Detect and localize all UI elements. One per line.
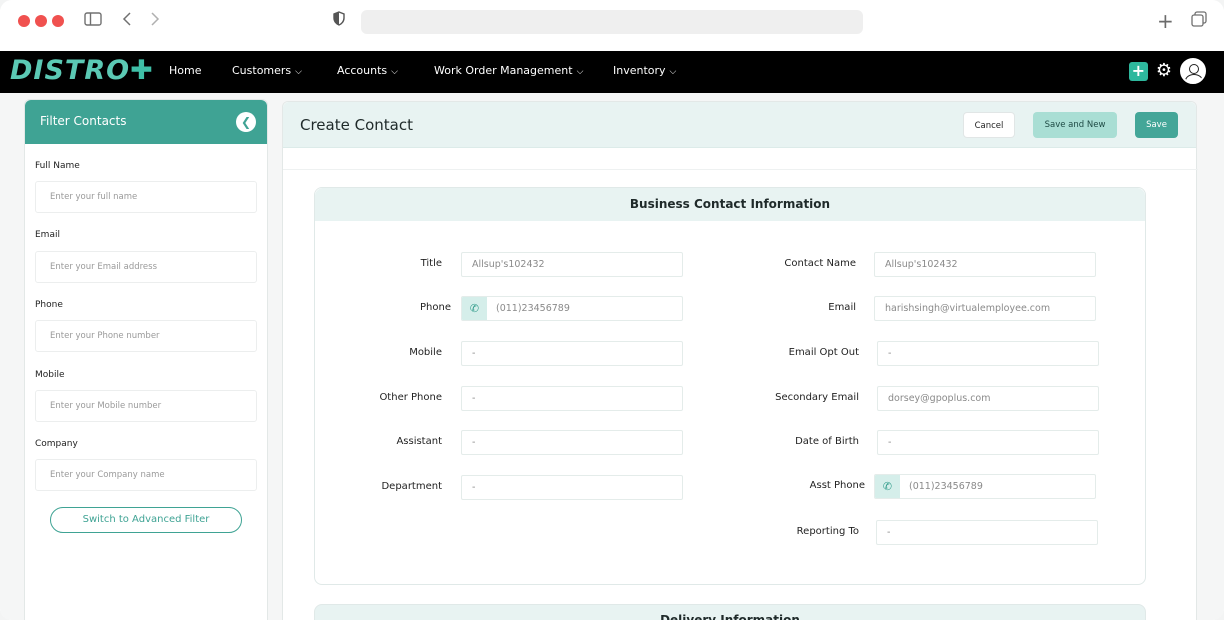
date-of-birth-label: Date of Birth bbox=[795, 436, 859, 447]
phone-label: Phone bbox=[420, 302, 451, 313]
switch-advanced-filter-button[interactable]: Switch to Advanced Filter bbox=[50, 507, 242, 533]
minimize-window-dot[interactable] bbox=[35, 15, 47, 27]
top-navigation: DISTRO✚ Home Customers ⌵ Accounts ⌵ Work O… bbox=[0, 51, 1224, 93]
asst-phone-field[interactable]: ✆ (011)23456789 bbox=[874, 474, 1096, 499]
assistant-label: Assistant bbox=[396, 436, 442, 447]
distro-logo[interactable]: DISTRO✚ bbox=[10, 55, 154, 86]
create-contact-header: Create Contact Cancel Save and New Save bbox=[283, 102, 1196, 148]
contact-name-label: Contact Name bbox=[784, 258, 856, 269]
new-tab-icon[interactable]: + bbox=[1157, 11, 1174, 31]
phone-label: Phone bbox=[35, 300, 63, 310]
phone-input[interactable]: Enter your Phone number bbox=[35, 320, 257, 352]
nav-inventory[interactable]: Inventory ⌵ bbox=[613, 64, 676, 77]
save-button[interactable]: Save bbox=[1135, 112, 1178, 138]
filter-panel-header: Filter Contacts ❮ bbox=[25, 100, 267, 144]
forward-icon[interactable] bbox=[150, 11, 160, 31]
nav-customers[interactable]: Customers ⌵ bbox=[232, 64, 302, 77]
address-bar[interactable] bbox=[361, 10, 863, 34]
mobile-label: Mobile bbox=[35, 370, 65, 380]
nav-work-order-management[interactable]: Work Order Management ⌵ bbox=[434, 64, 583, 77]
chevron-down-icon: ⌵ bbox=[669, 67, 677, 77]
filter-panel-title: Filter Contacts bbox=[40, 114, 127, 128]
email-opt-out-field[interactable]: - bbox=[877, 341, 1099, 366]
shield-icon bbox=[333, 11, 345, 31]
phone-icon: ✆ bbox=[462, 297, 487, 320]
divider bbox=[283, 169, 1198, 170]
contact-name-field[interactable]: Allsup's102432 bbox=[874, 252, 1096, 277]
department-field[interactable]: - bbox=[461, 475, 683, 500]
email-input[interactable]: Enter your Email address bbox=[35, 251, 257, 283]
reporting-to-field[interactable]: - bbox=[876, 520, 1098, 545]
business-contact-section: Business Contact Information Title Allsu… bbox=[314, 187, 1146, 585]
email-field[interactable]: harishsingh@virtualemployee.com bbox=[874, 296, 1096, 321]
other-phone-field[interactable]: - bbox=[461, 386, 683, 411]
department-label: Department bbox=[381, 481, 442, 492]
chevron-down-icon: ⌵ bbox=[295, 67, 302, 77]
delivery-information-section[interactable]: Delivery Information bbox=[314, 604, 1146, 620]
phone-field[interactable]: ✆ (011)23456789 bbox=[461, 296, 683, 321]
asst-phone-label: Asst Phone bbox=[809, 480, 865, 491]
gear-icon[interactable]: ⚙ bbox=[1156, 61, 1172, 81]
other-phone-label: Other Phone bbox=[379, 392, 442, 403]
phone-icon: ✆ bbox=[875, 475, 900, 498]
reporting-to-label: Reporting To bbox=[796, 526, 859, 537]
title-field[interactable]: Allsup's102432 bbox=[461, 252, 683, 277]
date-of-birth-field[interactable]: - bbox=[877, 430, 1099, 455]
mobile-label: Mobile bbox=[409, 347, 442, 358]
tabs-overview-icon[interactable] bbox=[1191, 11, 1207, 32]
mobile-field[interactable]: - bbox=[461, 341, 683, 366]
company-label: Company bbox=[35, 439, 78, 449]
create-contact-panel: Create Contact Cancel Save and New Save … bbox=[282, 101, 1198, 620]
email-label: Email bbox=[828, 302, 856, 313]
section-title: Business Contact Information bbox=[315, 188, 1145, 221]
user-avatar-icon[interactable] bbox=[1180, 58, 1206, 84]
secondary-email-label: Secondary Email bbox=[775, 392, 859, 403]
company-input[interactable]: Enter your Company name bbox=[35, 459, 257, 491]
nav-accounts[interactable]: Accounts ⌵ bbox=[337, 64, 398, 77]
add-new-icon[interactable]: + bbox=[1128, 61, 1148, 81]
browser-toolbar: + bbox=[0, 0, 1224, 51]
save-and-new-button[interactable]: Save and New bbox=[1033, 112, 1117, 138]
title-label: Title bbox=[420, 258, 442, 269]
cancel-button[interactable]: Cancel bbox=[963, 112, 1015, 138]
page-title: Create Contact bbox=[300, 116, 413, 134]
sidebar-toggle-icon[interactable] bbox=[84, 11, 102, 31]
secondary-email-field[interactable]: dorsey@gpoplus.com bbox=[877, 386, 1099, 411]
email-label: Email bbox=[35, 230, 60, 240]
close-window-dot[interactable] bbox=[18, 15, 30, 27]
browser-window: + DISTRO✚ Home Customers ⌵ Accounts ⌵ Work… bbox=[0, 0, 1224, 620]
email-opt-out-label: Email Opt Out bbox=[788, 347, 859, 358]
full-name-label: Full Name bbox=[35, 161, 80, 171]
mobile-input[interactable]: Enter your Mobile number bbox=[35, 390, 257, 422]
filter-contacts-panel: Filter Contacts ❮ Full Name Enter your f… bbox=[24, 99, 268, 620]
chevron-down-icon: ⌵ bbox=[576, 67, 584, 77]
collapse-panel-button[interactable]: ❮ bbox=[236, 112, 256, 132]
nav-home[interactable]: Home bbox=[169, 64, 201, 77]
back-icon[interactable] bbox=[122, 11, 132, 31]
assistant-field[interactable]: - bbox=[461, 430, 683, 455]
chevron-down-icon: ⌵ bbox=[391, 67, 398, 77]
full-name-input[interactable]: Enter your full name bbox=[35, 181, 257, 213]
maximize-window-dot[interactable] bbox=[52, 15, 64, 27]
